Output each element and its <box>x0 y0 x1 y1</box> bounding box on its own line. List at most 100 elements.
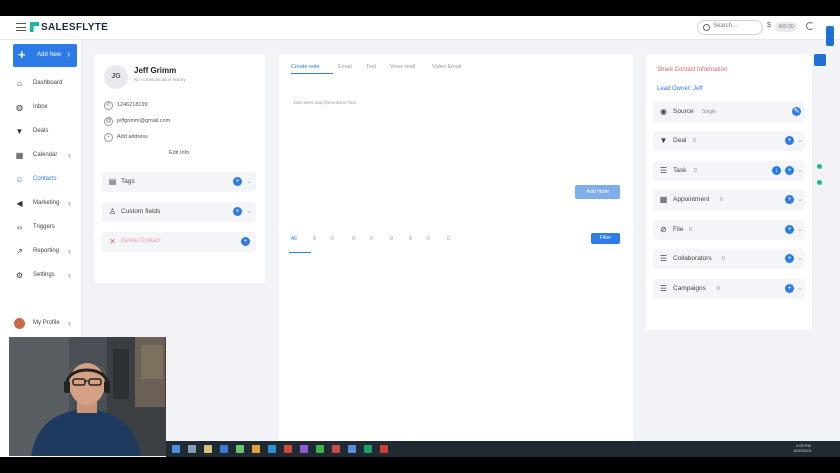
activity-tab-cloud[interactable]: 0 <box>427 236 430 242</box>
sidebar-item-contacts[interactable]: ☺ Contacts <box>0 173 82 187</box>
tab-text[interactable]: Text <box>366 64 376 70</box>
windows-start-icon[interactable] <box>172 445 180 453</box>
row-label: Task <box>673 167 687 174</box>
sidebar-item-settings[interactable]: ⚙ Settings › <box>0 269 82 283</box>
chevron-down-icon[interactable]: ⌄ <box>797 225 803 233</box>
excel-icon[interactable] <box>364 445 372 453</box>
sidebar-item-deals[interactable]: ▼ Deals <box>0 125 82 139</box>
home-icon: ⌂ <box>17 79 22 88</box>
add-campaign-button[interactable]: + <box>785 284 794 293</box>
activity-tab-note[interactable]: 0 <box>409 236 412 242</box>
tab-create-note[interactable]: Create note <box>291 64 320 70</box>
edit-source-button[interactable]: ✎ <box>792 107 801 116</box>
taskbar-clock[interactable]: 2:09 PM 10/2/2024 <box>793 443 811 453</box>
activity-tab-email[interactable]: 0 <box>313 236 316 242</box>
add-tag-button[interactable]: + <box>233 177 242 186</box>
search-input[interactable]: Search... <box>697 20 763 35</box>
file-row[interactable]: ⊘ File 0 + ⌄ <box>653 220 805 240</box>
side-tab-icon[interactable] <box>826 26 834 46</box>
sidebar-item-triggers[interactable]: ‹› Triggers <box>0 221 82 235</box>
custom-fields-section[interactable]: ♙ Custom fields + ⌄ <box>102 202 256 222</box>
sidebar-item-marketing[interactable]: ◀ Marketing › <box>0 197 82 211</box>
composer-card <box>279 54 633 227</box>
store-icon[interactable] <box>220 445 228 453</box>
sidebar-item-profile[interactable]: My Profile › <box>0 317 82 331</box>
add-appointment-button[interactable]: + <box>785 195 794 204</box>
edit-info-link[interactable]: Edit Info <box>169 150 189 156</box>
lead-owner[interactable]: Lead Owner: Jeff <box>657 86 703 92</box>
sidebar-item-dashboard[interactable]: ⌂ Dashboard <box>0 77 82 91</box>
contact-email[interactable]: jeffgrimm@gmail.com <box>117 118 170 124</box>
menu-icon[interactable] <box>16 23 26 31</box>
chrome-icon[interactable] <box>252 445 260 453</box>
share-contact-link[interactable]: Share Contact Information <box>657 67 727 73</box>
add-collaborator-button[interactable]: + <box>785 254 794 263</box>
person-icon: ♙ <box>108 207 117 216</box>
app-icon[interactable] <box>380 445 388 453</box>
chevron-down-icon[interactable]: ⌄ <box>246 177 252 185</box>
campaigns-row[interactable]: ☰ Campaigns 0 + ⌄ <box>653 279 805 299</box>
row-value: 0 <box>717 286 720 292</box>
row-label: Appointment <box>673 196 710 203</box>
add-task-button[interactable]: + <box>785 166 794 175</box>
tags-section[interactable]: ▤ Tags + ⌄ <box>102 172 256 192</box>
sidebar-item-calendar[interactable]: ▦ Calendar › <box>0 149 82 163</box>
activity-tab-other[interactable]: 0 <box>447 236 450 242</box>
tab-video-email[interactable]: Video Email <box>432 64 461 70</box>
activity-tab-all[interactable]: All <box>291 236 297 242</box>
chevron-down-icon[interactable]: ⌄ <box>797 136 803 144</box>
appointment-row[interactable]: ▦ Appointment 0 + ⌄ <box>653 190 805 210</box>
delete-contact-label: Delete Contact <box>121 238 161 244</box>
app-icon[interactable] <box>284 445 292 453</box>
note-input[interactable]: Add notes and @mentions here <box>293 100 356 105</box>
add-file-button[interactable]: + <box>785 225 794 234</box>
chevron-right-icon: › <box>68 246 71 256</box>
credit-balance[interactable]: 400.00 <box>775 22 797 32</box>
delete-toggle-icon[interactable]: • <box>241 237 250 246</box>
chevron-down-icon[interactable]: ⌄ <box>797 254 803 262</box>
app-icon[interactable] <box>332 445 340 453</box>
row-value: 0 <box>693 138 696 144</box>
app-icon[interactable] <box>316 445 324 453</box>
row-value: 0 <box>689 227 692 233</box>
tab-voice-mail[interactable]: Voice mail <box>390 64 415 70</box>
panel-toggle-icon[interactable] <box>814 54 826 66</box>
row-label: File <box>673 226 684 233</box>
chevron-down-icon[interactable]: ⌄ <box>797 195 803 203</box>
delete-contact-section[interactable]: ✕ Delete Contact • <box>102 232 256 252</box>
edge-icon[interactable] <box>268 445 276 453</box>
sidebar-item-label: Settings <box>33 272 55 278</box>
task-filter-button[interactable]: ↓ <box>772 166 781 175</box>
task-row[interactable]: ☰ Task 0 ↓ + ⌄ <box>653 161 805 181</box>
filter-button[interactable]: Filter <box>591 233 620 244</box>
search-icon <box>703 24 710 31</box>
activity-tab-chat[interactable]: 0 <box>331 236 334 242</box>
add-new-button[interactable]: + Add New › <box>13 44 77 67</box>
chevron-down-icon[interactable]: ⌄ <box>246 207 252 215</box>
email-icon: @ <box>104 117 113 126</box>
add-note-button[interactable]: Add Note <box>575 185 620 199</box>
tag-icon: ▤ <box>108 177 117 186</box>
add-custom-field-button[interactable]: + <box>233 207 242 216</box>
activity-tab-sms[interactable]: 0 <box>370 236 373 242</box>
tab-email[interactable]: Email <box>338 64 352 70</box>
chevron-down-icon[interactable]: ⌄ <box>797 284 803 292</box>
search-icon[interactable] <box>188 445 196 453</box>
add-address-link[interactable]: Add address <box>117 134 148 140</box>
app-icon[interactable] <box>348 445 356 453</box>
refresh-icon[interactable] <box>806 22 814 30</box>
collaborators-row[interactable]: ☰ Collaborators 0 + ⌄ <box>653 249 805 269</box>
sidebar-item-reporting[interactable]: ↗ Reporting › <box>0 245 82 259</box>
activity-tab-voicemail[interactable]: 0 <box>390 236 393 242</box>
app-icon[interactable] <box>300 445 308 453</box>
sidebar-item-inbox[interactable]: ◍ Inbox <box>0 101 82 115</box>
folder-icon[interactable] <box>204 445 212 453</box>
source-row[interactable]: ◉ Source Single ✎ <box>653 102 805 122</box>
app-icon[interactable] <box>236 445 244 453</box>
add-deal-button[interactable]: + <box>785 136 794 145</box>
sidebar-item-label: Marketing <box>33 200 60 206</box>
chevron-down-icon[interactable]: ⌄ <box>797 166 803 174</box>
activity-tab-call[interactable]: 0 <box>352 236 355 242</box>
contact-phone[interactable]: 1246218199 <box>117 102 148 108</box>
deal-row[interactable]: ▼ Deal 0 + ⌄ <box>653 131 805 151</box>
